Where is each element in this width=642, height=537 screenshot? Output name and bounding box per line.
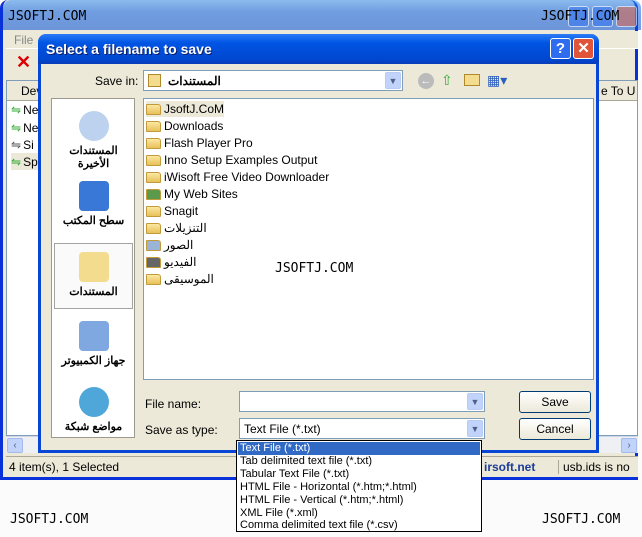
save-type-select[interactable]: Text File (*.txt) ▼ bbox=[239, 418, 485, 439]
usb-icon: ⇋ bbox=[11, 137, 22, 152]
place-my-documents[interactable]: المستندات bbox=[54, 243, 133, 309]
save-in-label: Save in: bbox=[95, 74, 139, 88]
file-name-input[interactable]: ▼ bbox=[239, 391, 485, 412]
network-icon bbox=[78, 387, 109, 417]
watermark: JSOFTJ.COM bbox=[541, 9, 620, 24]
type-option[interactable]: Text File (*.txt) bbox=[238, 442, 480, 455]
view-menu-icon[interactable]: ▦▾ bbox=[487, 72, 507, 89]
help-button[interactable]: ? bbox=[550, 38, 571, 59]
chevron-down-icon[interactable]: ▼ bbox=[467, 393, 483, 410]
place-network[interactable]: مواضع شبكة bbox=[54, 379, 133, 445]
file-item[interactable]: التنزيلات bbox=[146, 220, 207, 236]
my-documents-icon bbox=[78, 252, 109, 282]
folder-icon bbox=[146, 154, 161, 166]
pictures-folder-icon bbox=[146, 239, 161, 251]
watermark: JSOFTJ.COM bbox=[542, 512, 621, 527]
file-item[interactable]: JsoftJ.CoM bbox=[146, 101, 225, 117]
new-folder-icon[interactable] bbox=[464, 74, 480, 86]
file-item[interactable]: iWisoft Free Video Downloader bbox=[146, 169, 329, 185]
type-option[interactable]: Comma delimited text file (*.csv) bbox=[238, 519, 480, 532]
usb-icon: ⇋ bbox=[11, 120, 22, 135]
dialog-title: Select a filename to save bbox=[46, 41, 212, 57]
music-folder-icon bbox=[146, 273, 161, 285]
watermark: JSOFTJ.COM bbox=[8, 9, 87, 24]
scroll-right-button[interactable]: › bbox=[621, 438, 637, 453]
list-row[interactable]: ⇋ Ne bbox=[11, 101, 38, 118]
save-type-dropdown: Text File (*.txt) Tab delimited text fil… bbox=[236, 440, 482, 532]
file-item[interactable]: Downloads bbox=[146, 118, 223, 134]
web-folder-icon bbox=[146, 188, 161, 200]
watermark: JSOFTJ.COM bbox=[275, 261, 354, 276]
column-right[interactable]: e To U bbox=[601, 84, 635, 98]
folder-icon bbox=[146, 103, 161, 115]
list-row[interactable]: ⇋ Ne bbox=[11, 119, 38, 136]
file-item[interactable]: My Web Sites bbox=[146, 186, 238, 202]
menu-file[interactable]: File bbox=[14, 33, 33, 47]
back-icon[interactable]: ← bbox=[418, 73, 434, 89]
chevron-down-icon[interactable]: ▼ bbox=[385, 72, 401, 89]
file-item[interactable]: Inno Setup Examples Output bbox=[146, 152, 317, 168]
places-bar: المستندات الأخيرة سطح المكتب المستندات ج… bbox=[51, 98, 135, 438]
dialog-title-bar: Select a filename to save bbox=[38, 34, 599, 64]
status-usb-ids: usb.ids is no bbox=[558, 460, 630, 474]
status-items: 4 item(s), 1 Selected bbox=[9, 460, 120, 474]
usb-icon: ⇋ bbox=[11, 102, 22, 117]
video-folder-icon bbox=[146, 256, 161, 268]
list-row[interactable]: ⇋ Sp bbox=[11, 153, 38, 170]
delete-icon[interactable]: ✕ bbox=[16, 52, 31, 73]
place-desktop[interactable]: سطح المكتب bbox=[54, 173, 133, 239]
place-my-computer[interactable]: جهاز الكمبيوتر bbox=[54, 313, 133, 379]
save-type-label: Save as type: bbox=[145, 423, 218, 437]
dialog-close-button[interactable]: ✕ bbox=[573, 38, 594, 59]
desktop-icon bbox=[78, 181, 109, 211]
recent-documents-icon bbox=[78, 111, 109, 141]
watermark: JSOFTJ.COM bbox=[10, 512, 89, 527]
folder-icon bbox=[146, 205, 161, 217]
save-button[interactable]: Save bbox=[519, 391, 591, 413]
folder-icon bbox=[146, 171, 161, 183]
file-name-label: File name: bbox=[145, 397, 202, 411]
status-link[interactable]: irsoft.net bbox=[484, 460, 535, 474]
documents-folder-icon bbox=[148, 74, 161, 87]
file-item[interactable]: الصور bbox=[146, 237, 193, 253]
file-item[interactable]: الموسيقى bbox=[146, 271, 214, 287]
type-option[interactable]: HTML File - Horizontal (*.htm;*.html) bbox=[238, 481, 480, 494]
chevron-down-icon[interactable]: ▼ bbox=[467, 420, 483, 437]
place-recent[interactable]: المستندات الأخيرة bbox=[54, 103, 133, 170]
save-dialog: Select a filename to save ? ✕ Save in: ا… bbox=[38, 34, 599, 453]
type-option[interactable]: Tabular Text File (*.txt) bbox=[238, 468, 480, 481]
type-option[interactable]: Tab delimited text file (*.txt) bbox=[238, 455, 480, 468]
usb-icon: ⇋ bbox=[11, 154, 22, 169]
type-option[interactable]: HTML File - Vertical (*.htm;*.html) bbox=[238, 494, 480, 507]
cancel-button[interactable]: Cancel bbox=[519, 418, 591, 440]
computer-icon bbox=[78, 321, 109, 351]
save-in-combo[interactable]: المستندات ▼ bbox=[143, 70, 403, 91]
up-folder-icon[interactable]: ⇧ bbox=[441, 72, 453, 89]
list-row[interactable]: ⇋ Si bbox=[11, 136, 34, 153]
file-item[interactable]: الفيديو bbox=[146, 254, 197, 270]
file-item[interactable]: Snagit bbox=[146, 203, 198, 219]
file-list: JsoftJ.CoM Downloads Flash Player Pro In… bbox=[143, 98, 594, 380]
folder-icon bbox=[146, 120, 161, 132]
folder-icon bbox=[146, 137, 161, 149]
file-item[interactable]: Flash Player Pro bbox=[146, 135, 253, 151]
folder-icon bbox=[146, 222, 161, 234]
scroll-left-button[interactable]: ‹ bbox=[7, 438, 23, 453]
